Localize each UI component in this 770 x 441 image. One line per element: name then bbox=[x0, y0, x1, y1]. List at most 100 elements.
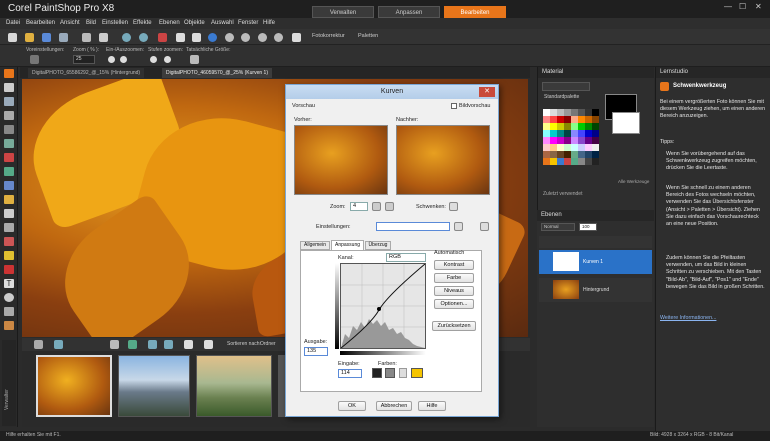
reset-icon[interactable] bbox=[480, 222, 489, 231]
color-swatch[interactable] bbox=[550, 123, 557, 130]
warp-tool-icon[interactable] bbox=[4, 321, 14, 330]
color-swatch[interactable] bbox=[543, 151, 550, 158]
color-swatch[interactable] bbox=[550, 144, 557, 151]
save-icon[interactable] bbox=[42, 33, 51, 42]
zoom-out-small-icon[interactable] bbox=[120, 56, 127, 63]
dialog-zoom-field[interactable]: 4 bbox=[350, 202, 368, 211]
paste-icon[interactable] bbox=[192, 33, 201, 42]
color-swatch[interactable] bbox=[585, 158, 592, 165]
niveaus-button[interactable]: Niveaus bbox=[434, 286, 474, 296]
color-swatch[interactable] bbox=[571, 137, 578, 144]
bildvorschau-checkbox[interactable] bbox=[451, 103, 457, 109]
color-swatch[interactable] bbox=[557, 158, 564, 165]
color-swatch[interactable] bbox=[550, 116, 557, 123]
color-swatch-grid[interactable] bbox=[543, 109, 599, 165]
undo-icon[interactable] bbox=[122, 33, 131, 42]
document-tab-1[interactable]: DigitalPHOTO_65586292_@_15% (Hintergrund… bbox=[28, 68, 145, 78]
color-swatch[interactable] bbox=[571, 158, 578, 165]
layer-row[interactable]: Kurven 1 bbox=[539, 250, 652, 274]
color-swatch[interactable] bbox=[592, 116, 599, 123]
color-swatch[interactable] bbox=[578, 130, 585, 137]
color-swatch[interactable] bbox=[550, 137, 557, 144]
gray-point-dropper-icon[interactable] bbox=[385, 368, 395, 378]
kanal-dropdown[interactable]: RGB bbox=[386, 253, 426, 262]
document-tab-2[interactable]: DigitalPHOTO_46059570_@_25% (Kurven 1) bbox=[162, 68, 272, 78]
palette-dropdown[interactable]: Standardpalette bbox=[544, 94, 579, 100]
actual-size-icon[interactable] bbox=[274, 33, 283, 42]
color-swatch[interactable] bbox=[564, 158, 571, 165]
open-folder-icon[interactable] bbox=[25, 33, 34, 42]
tab-anpassung[interactable]: Anpassung bbox=[331, 240, 364, 250]
eraser-tool-icon[interactable] bbox=[4, 237, 14, 246]
tab-bearbeiten[interactable]: Bearbeiten bbox=[444, 6, 506, 18]
menu-objekte[interactable]: Objekte bbox=[184, 20, 205, 26]
color-swatch[interactable] bbox=[543, 116, 550, 123]
zoom-in-icon[interactable] bbox=[372, 202, 381, 211]
redo-icon[interactable] bbox=[139, 33, 148, 42]
clone-tool-icon[interactable] bbox=[4, 167, 14, 176]
tab-anpassen[interactable]: Anpassen bbox=[378, 6, 440, 18]
color-swatch[interactable] bbox=[550, 130, 557, 137]
color-swatch[interactable] bbox=[592, 151, 599, 158]
maximize-icon[interactable]: ☐ bbox=[739, 2, 746, 11]
ok-button[interactable]: OK bbox=[338, 401, 366, 411]
scan-icon[interactable] bbox=[82, 33, 91, 42]
color-swatch[interactable] bbox=[571, 109, 578, 116]
palette-selector[interactable] bbox=[542, 82, 590, 91]
color-picker-swatch[interactable] bbox=[411, 368, 423, 378]
color-swatch[interactable] bbox=[564, 130, 571, 137]
dialog-close-button[interactable]: ✕ bbox=[479, 87, 495, 97]
color-swatch[interactable] bbox=[585, 151, 592, 158]
scratch-tool-icon[interactable] bbox=[4, 181, 14, 190]
info-panel-icon[interactable] bbox=[204, 340, 213, 349]
close-icon[interactable]: ✕ bbox=[755, 2, 762, 11]
pick-tool-icon[interactable] bbox=[4, 83, 14, 92]
black-point-dropper-icon[interactable] bbox=[372, 368, 382, 378]
color-swatch[interactable] bbox=[578, 158, 585, 165]
zoom-in-small-icon[interactable] bbox=[108, 56, 115, 63]
curve-graph[interactable] bbox=[340, 263, 426, 349]
actual-size-button-icon[interactable] bbox=[190, 55, 199, 64]
save-as-icon[interactable] bbox=[59, 33, 68, 42]
step-zoom-out-icon[interactable] bbox=[164, 56, 171, 63]
color-swatch[interactable] bbox=[592, 137, 599, 144]
opacity-field[interactable]: 100 bbox=[579, 223, 597, 231]
menu-effekte[interactable]: Effekte bbox=[133, 20, 152, 26]
color-swatch[interactable] bbox=[564, 144, 571, 151]
color-swatch[interactable] bbox=[578, 137, 585, 144]
color-swatch[interactable] bbox=[592, 130, 599, 137]
tab-ueberzug[interactable]: Überzug bbox=[365, 241, 391, 250]
share-icon[interactable] bbox=[128, 340, 137, 349]
color-swatch[interactable] bbox=[564, 109, 571, 116]
eingabe-field[interactable]: 114 bbox=[338, 369, 362, 378]
color-swatch[interactable] bbox=[571, 144, 578, 151]
color-swatch[interactable] bbox=[557, 144, 564, 151]
organizer-icon[interactable] bbox=[34, 340, 43, 349]
save-preset-icon[interactable] bbox=[454, 222, 463, 231]
color-swatch[interactable] bbox=[578, 151, 585, 158]
zoom-in-icon[interactable] bbox=[225, 33, 234, 42]
rotate-left-icon[interactable] bbox=[148, 340, 157, 349]
color-swatch[interactable] bbox=[585, 130, 592, 137]
color-swatch[interactable] bbox=[571, 151, 578, 158]
menu-einstellen[interactable]: Einstellen bbox=[102, 20, 128, 26]
color-swatch[interactable] bbox=[578, 123, 585, 130]
thumbnail-landscape[interactable] bbox=[196, 355, 272, 417]
lighten-darken-icon[interactable] bbox=[4, 223, 14, 232]
color-swatch[interactable] bbox=[557, 109, 564, 116]
color-swatch[interactable] bbox=[543, 109, 550, 116]
more-info-link[interactable]: Weitere Informationen... bbox=[660, 315, 766, 322]
menu-bild[interactable]: Bild bbox=[86, 20, 96, 26]
color-swatch[interactable] bbox=[543, 137, 550, 144]
color-swatch[interactable] bbox=[578, 109, 585, 116]
paint-brush-icon[interactable] bbox=[4, 195, 14, 204]
copy-icon[interactable] bbox=[176, 33, 185, 42]
color-swatch[interactable] bbox=[585, 116, 592, 123]
tab-allgemein[interactable]: Allgemein bbox=[300, 241, 330, 250]
red-eye-tool-icon[interactable] bbox=[4, 153, 14, 162]
view-icon[interactable] bbox=[54, 340, 63, 349]
background-color-swatch[interactable] bbox=[612, 112, 640, 134]
menu-auswahl[interactable]: Auswahl bbox=[211, 20, 234, 26]
dropper-tool-icon[interactable] bbox=[4, 97, 14, 106]
color-swatch[interactable] bbox=[557, 123, 564, 130]
